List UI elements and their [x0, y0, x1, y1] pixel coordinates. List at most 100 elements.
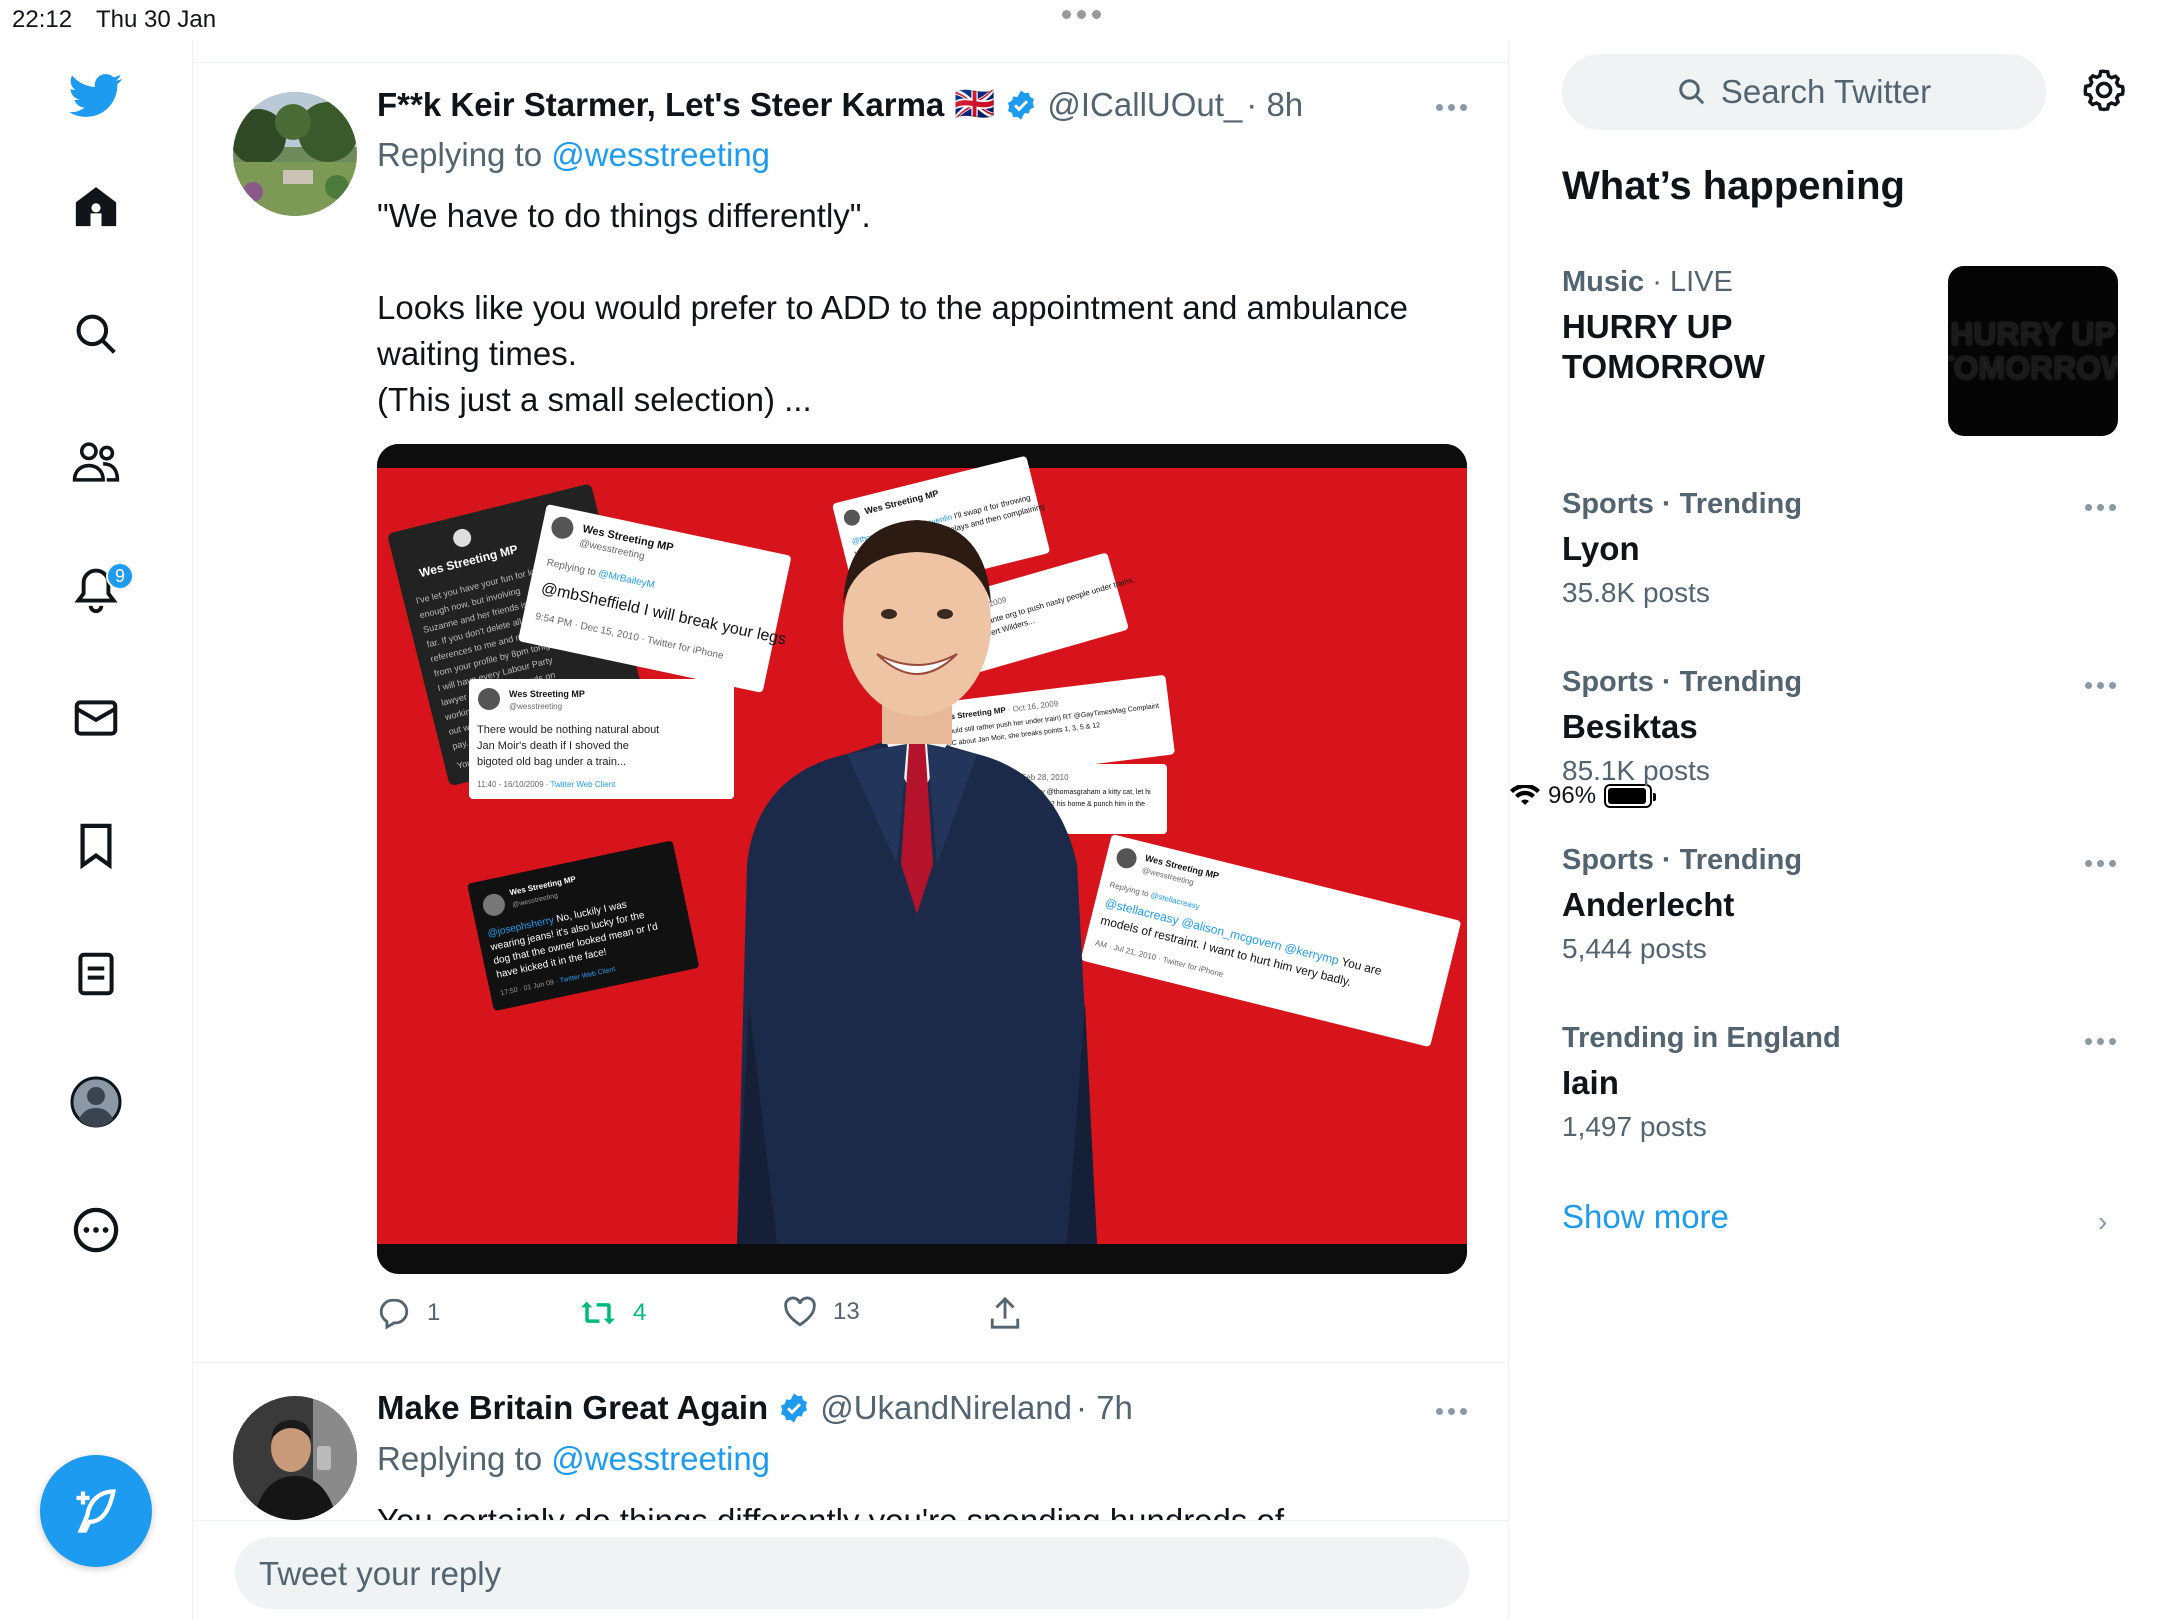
trend-thumbnail[interactable]: HURRY UP TOMORROW [1948, 266, 2118, 436]
svg-text:There would be nothing natural: There would be nothing natural about [477, 724, 659, 736]
replying-to: Replying to @wesstreeting [377, 136, 770, 174]
compose-tweet-button[interactable] [40, 1455, 152, 1567]
tweet-text-line: "We have to do things differently". [377, 197, 871, 234]
share-action[interactable] [989, 1296, 1021, 1330]
nav-lists[interactable] [64, 942, 128, 1006]
trend-category: Sports [1562, 844, 1654, 876]
more-dots-icon[interactable] [2085, 1038, 2116, 1045]
avatar[interactable] [233, 1396, 357, 1520]
search-input[interactable]: Search Twitter [1562, 54, 2046, 130]
trend-category: Sports [1562, 488, 1654, 520]
replying-handle-link[interactable]: @wesstreeting [551, 1440, 770, 1477]
trend-thumbnail-text: HURRY UP TOMORROW [1948, 316, 2118, 386]
tweet-text: "We have to do things differently". Look… [377, 193, 1477, 423]
twitter-logo-icon[interactable] [64, 64, 128, 128]
trend-item[interactable]: Sports · Trending Anderlecht 5,444 posts [1562, 844, 2122, 965]
replying-prefix: Replying to [377, 136, 543, 173]
trend-qualifier: · Trending [1653, 666, 1803, 698]
search-icon [76, 314, 116, 354]
like-icon [784, 1296, 816, 1327]
tweet-time[interactable]: · 7h [1076, 1389, 1133, 1427]
multitasking-dots-icon[interactable] [1062, 10, 1101, 19]
more-dots-icon[interactable] [1436, 104, 1467, 111]
more-circle-icon [73, 1207, 119, 1253]
author-name[interactable]: Make Britain Great Again [377, 1389, 768, 1427]
tweet-time[interactable]: · 8h [1246, 86, 1303, 124]
more-dots-icon[interactable] [2085, 504, 2116, 511]
trend-title: HURRY UP TOMORROW [1562, 308, 1765, 385]
more-dots-icon[interactable] [2085, 682, 2116, 689]
avatar[interactable] [233, 92, 357, 216]
like-count: 13 [833, 1298, 860, 1325]
nav-more[interactable] [64, 1198, 128, 1262]
author-handle[interactable]: @UkandNireland [820, 1389, 1072, 1427]
compose-icon [76, 1489, 116, 1533]
replying-to: Replying to @wesstreeting [377, 1440, 770, 1478]
notification-badge: 9 [106, 562, 134, 590]
trend-count: 5,444 posts [1562, 933, 1707, 964]
svg-text:11:40 - 16/10/2009 · Twitter W: 11:40 - 16/10/2009 · Twitter Web Client [477, 780, 616, 789]
status-date: Thu 30 Jan [96, 6, 217, 33]
reply-input[interactable]: Tweet your reply [235, 1537, 1469, 1609]
like-action[interactable]: 13 [783, 1296, 860, 1328]
nav-messages[interactable] [64, 686, 128, 750]
svg-text:@wesstreeting: @wesstreeting [509, 702, 562, 711]
nav-bookmarks[interactable] [64, 814, 128, 878]
whats-happening-heading: What’s happening [1562, 164, 1905, 208]
communities-icon [72, 442, 120, 482]
replying-handle-link[interactable]: @wesstreeting [551, 136, 770, 173]
more-dots-icon[interactable] [1436, 1408, 1467, 1415]
flag-emoji: 🇬🇧 [954, 85, 996, 122]
left-nav-rail: 9 [0, 40, 193, 1620]
trend-count: 85.1K posts [1562, 755, 1710, 786]
trend-qualifier: · LIVE [1644, 266, 1733, 298]
nav-home[interactable] [64, 174, 128, 238]
status-bar: 22:12 Thu 30 Jan 96% [0, 0, 2160, 809]
show-more-link[interactable]: Show more [1562, 1198, 1729, 1236]
tweet-header: F**k Keir Starmer, Let's Steer Karma 🇬🇧 … [377, 85, 1303, 124]
list-icon [78, 952, 114, 996]
trend-count: 35.8K posts [1562, 577, 1710, 608]
tweet-text-line: (This just a small selection) ... [377, 381, 812, 418]
reply-action[interactable]: 1 [377, 1296, 440, 1330]
nav-profile[interactable] [64, 1070, 128, 1134]
trend-qualifier: · Trending [1653, 844, 1803, 876]
trend-item[interactable]: Sports · Trending Besiktas 85.1K posts [1562, 666, 2122, 787]
chevron-right-icon[interactable]: › [2098, 1206, 2107, 1238]
tweet-divider [193, 1362, 1508, 1363]
trend-title: Besiktas [1562, 708, 1698, 745]
gear-icon [2083, 69, 2125, 112]
status-time: 22:12 [12, 6, 73, 33]
tweet-media-image[interactable]: Wes Streeting MP I've let you have your … [377, 444, 1467, 1274]
bookmark-icon [80, 823, 112, 869]
verified-icon [1008, 89, 1035, 120]
retweet-action[interactable]: 4 [579, 1296, 646, 1330]
reply-bar: Tweet your reply [193, 1520, 1508, 1620]
settings-button[interactable] [2082, 68, 2126, 117]
replying-prefix: Replying to [377, 1440, 543, 1477]
trend-category: Sports [1562, 666, 1654, 698]
trend-item[interactable]: Trending in England Iain 1,497 posts [1562, 1022, 2122, 1143]
trend-title: Iain [1562, 1064, 1619, 1101]
nav-communities[interactable] [64, 430, 128, 494]
nav-notifications[interactable]: 9 [64, 558, 134, 622]
tweet-text-line: Looks like you would prefer to ADD to th… [377, 289, 1408, 326]
trend-title: Lyon [1562, 530, 1640, 567]
author-name[interactable]: F**k Keir Starmer, Let's Steer Karma [377, 86, 944, 124]
author-handle[interactable]: @ICallUOut_ [1047, 86, 1242, 124]
retweet-count: 4 [633, 1299, 647, 1326]
more-dots-icon[interactable] [2085, 860, 2116, 867]
trend-category: Music [1562, 266, 1645, 298]
nav-explore[interactable] [64, 302, 128, 366]
trend-title: Anderlecht [1562, 886, 1735, 923]
trend-item[interactable]: Sports · Trending Lyon 35.8K posts [1562, 488, 2122, 609]
conversation-column: F**k Keir Starmer, Let's Steer Karma 🇬🇧 … [193, 40, 1509, 1620]
svg-text:Wes Streeting MP: Wes Streeting MP [509, 689, 585, 699]
mail-icon [74, 700, 118, 736]
search-placeholder: Search Twitter [1720, 73, 1932, 110]
svg-text:bigoted old bag under a train.: bigoted old bag under a train... [477, 756, 626, 768]
tweet-header: Make Britain Great Again @UkandNireland … [377, 1389, 1133, 1427]
tweet-text-line [377, 239, 1477, 285]
top-divider [193, 62, 1508, 63]
search-icon [1679, 79, 1705, 105]
